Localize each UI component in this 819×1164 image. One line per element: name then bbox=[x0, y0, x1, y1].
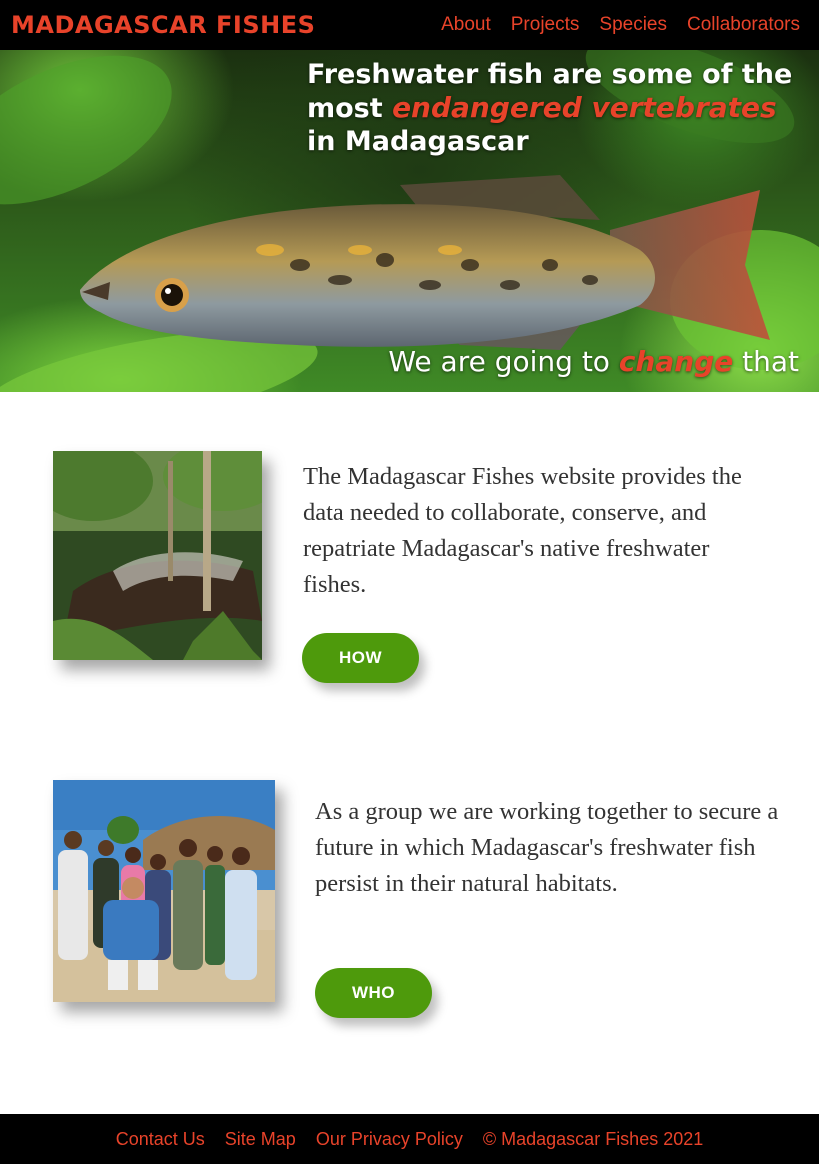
team-image bbox=[53, 780, 275, 1002]
nav-about-link[interactable]: About bbox=[441, 14, 491, 36]
feature-who-text: As a group we are working together to se… bbox=[315, 798, 779, 897]
stream-image bbox=[53, 451, 262, 660]
main-nav: About Projects Species Collaborators bbox=[441, 14, 800, 36]
nav-collaborators-link[interactable]: Collaborators bbox=[687, 14, 800, 36]
feature-how-text: The Madagascar Fishes website provides t… bbox=[303, 463, 742, 598]
footer-contact-link[interactable]: Contact Us bbox=[116, 1129, 205, 1150]
stream-photo bbox=[53, 451, 262, 660]
hero-headline-text-end: in Madagascar bbox=[307, 126, 529, 157]
how-button[interactable]: HOW bbox=[302, 633, 419, 683]
team-photo bbox=[53, 780, 275, 1002]
footer-privacy-link[interactable]: Our Privacy Policy bbox=[316, 1129, 463, 1150]
hero-tagline-accent: change bbox=[618, 345, 734, 378]
hero-headline-accent: endangered vertebrates bbox=[392, 91, 777, 124]
site-header: MADAGASCAR FISHES About Projects Species… bbox=[0, 0, 819, 50]
footer-sitemap-link[interactable]: Site Map bbox=[225, 1129, 296, 1150]
nav-species-link[interactable]: Species bbox=[599, 14, 667, 36]
hero-banner: Freshwater fish are some of the most end… bbox=[0, 50, 819, 392]
site-footer: Contact Us Site Map Our Privacy Policy ©… bbox=[0, 1114, 819, 1164]
who-button[interactable]: WHO bbox=[315, 968, 432, 1018]
footer-copyright: © Madagascar Fishes 2021 bbox=[482, 1128, 704, 1149]
hero-tagline-text: We are going to bbox=[388, 345, 619, 378]
hero-tagline-text-end: that bbox=[733, 345, 799, 378]
nav-projects-link[interactable]: Projects bbox=[511, 14, 580, 36]
hero-headline: Freshwater fish are some of the most end… bbox=[307, 58, 807, 158]
hero-tagline: We are going to change that bbox=[388, 345, 799, 378]
site-logo[interactable]: MADAGASCAR FISHES bbox=[11, 11, 315, 39]
